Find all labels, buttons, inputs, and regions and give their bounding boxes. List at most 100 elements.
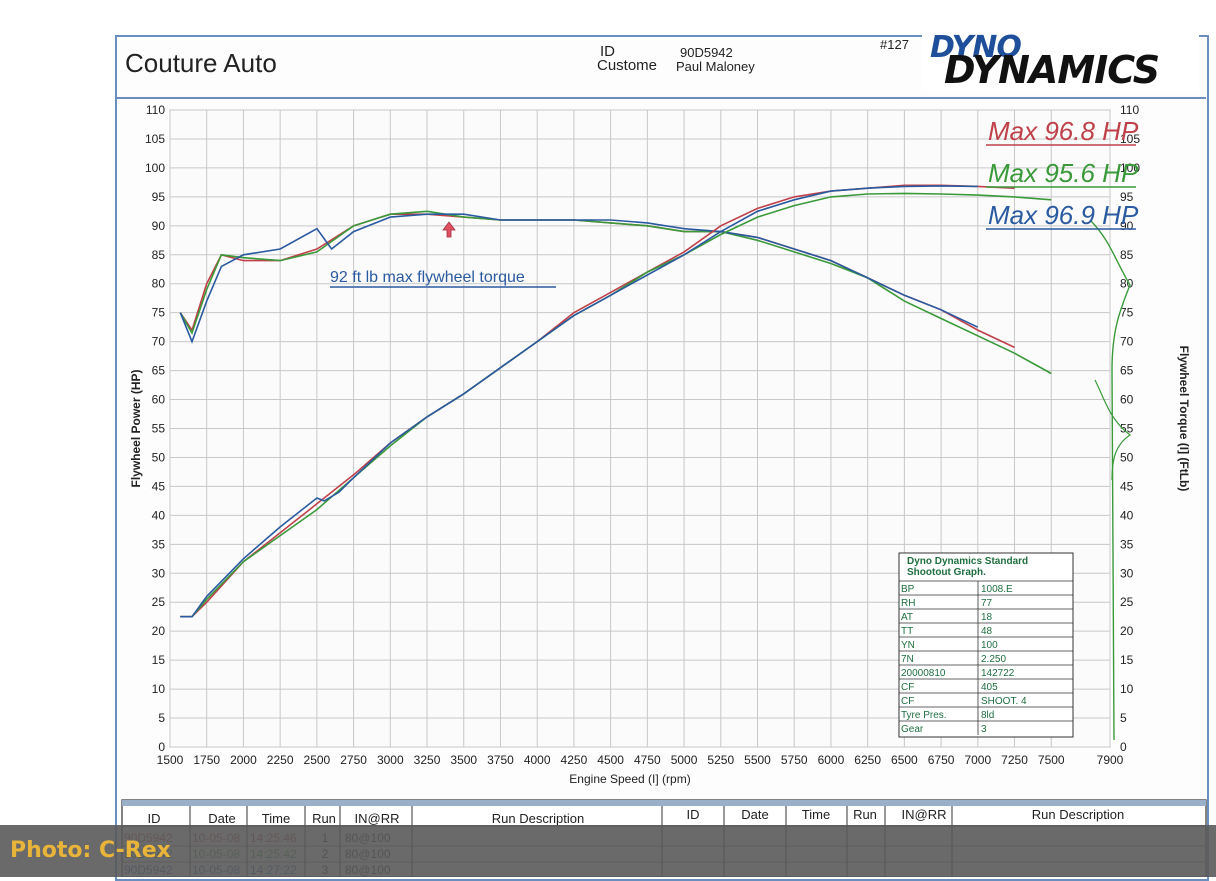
x-tick-label: 2000 [230,753,257,767]
y-tick-label-left: 5 [158,711,165,725]
run-table-header: Time [802,807,830,822]
y-tick-label-right: 20 [1120,624,1134,638]
info-row-key: CF [901,696,914,707]
info-table-subtitle: Shootout Graph. [907,567,986,578]
run-table-header: ID [687,807,700,822]
y-tick-label-left: 95 [152,190,166,204]
y-tick-label-right: 35 [1120,537,1134,551]
photo-credit: Photo: C-Rex [10,838,171,863]
y-tick-label-right: 65 [1120,364,1134,378]
y-axis-label-left: Flywheel Power (HP) [129,369,143,487]
y-tick-label-left: 35 [152,537,166,551]
y-tick-label-left: 0 [158,740,165,754]
y-tick-label-left: 20 [152,624,166,638]
run-table-header: Run Description [1032,807,1125,822]
x-tick-label: 2750 [340,753,367,767]
x-tick-label: 3750 [487,753,514,767]
x-tick-label: 6500 [891,753,918,767]
y-tick-label-left: 25 [152,595,166,609]
x-tick-label: 4250 [561,753,588,767]
x-tick-label: 3250 [414,753,441,767]
y-tick-label-right: 110 [1120,103,1139,117]
y-tick-label-right: 70 [1120,335,1134,349]
info-row-value: SHOOT. 4 [981,696,1027,707]
y-tick-label-left: 30 [152,566,166,580]
info-row-value: 100 [981,640,998,651]
x-tick-label: 1500 [157,753,184,767]
max-hp-label: Max 96.9 HP [988,200,1139,230]
run-table-header: Run [312,811,336,826]
y-tick-label-right: 25 [1120,595,1134,609]
y-tick-label-right: 5 [1120,711,1127,725]
info-row-key: 7N [901,654,914,665]
y-tick-label-right: 50 [1120,450,1134,464]
run-table-header: Date [208,811,235,826]
y-tick-label-left: 80 [152,277,166,291]
run-table-header: ID [148,811,161,826]
info-row-value: 405 [981,682,998,693]
info-row-value: 77 [981,598,993,609]
x-tick-label: 2500 [304,753,331,767]
x-tick-label: 5250 [707,753,734,767]
info-table-title: Dyno Dynamics Standard [907,556,1028,567]
dyno-chart: 1500 1750 2000 2250 2500 2750 3000 3250 35 0 0 3750… [121,103,1207,877]
info-row-value: 142722 [981,668,1015,679]
torque-note: 92 ft lb max flywheel torque [330,269,525,286]
run-table-header: Run [853,807,877,822]
y-tick-label-left: 105 [145,132,165,146]
x-tick-label: 2250 [267,753,294,767]
y-tick-label-left: 55 [152,422,166,436]
y-tick-label-left: 40 [152,508,166,522]
x-tick-label: 7250 [1001,753,1028,767]
x-tick-label: 4500 [597,753,624,767]
y-tick-label-left: 60 [152,393,166,407]
x-tick-label: 6000 [818,753,845,767]
y-tick-label-left: 85 [152,248,166,262]
info-row-key: AT [901,612,913,623]
run-table-header: IN@RR [902,807,947,822]
info-row-key: RH [901,598,915,609]
y-tick-label-right: 10 [1120,682,1134,696]
info-row-key: TT [901,626,913,637]
x-tick-label: 5500 [744,753,771,767]
x-tick-label: 5750 [781,753,808,767]
info-row-value: 18 [981,612,993,623]
y-tick-label-left: 70 [152,335,166,349]
info-row-key: Gear [901,724,924,735]
y-tick-label-left: 45 [152,479,166,493]
info-row-value: 1008.E [981,584,1013,595]
info-row-value: 2.250 [981,654,1006,665]
x-tick-label: 7900 [1097,753,1124,767]
max-hp-label: Max 96.8 HP [988,116,1139,146]
y-tick-label-right: 60 [1120,393,1134,407]
x-tick-label: 1750 [193,753,220,767]
y-tick-label-right: 85 [1120,248,1134,262]
y-tick-label-left: 75 [152,306,166,320]
y-tick-label-right: 0 [1120,740,1127,754]
x-tick-label: 6250 [854,753,881,767]
x-tick-label: 7500 [1038,753,1065,767]
run-table-header: IN@RR [355,811,400,826]
y-tick-label-left: 65 [152,364,166,378]
x-axis-label: Engine Speed (I] (rpm) [569,772,690,786]
y-tick-label-left: 50 [152,450,166,464]
x-tick-label: 6750 [928,753,955,767]
info-row-key: 20000810 [901,668,946,679]
info-row-key: BP [901,584,915,595]
y-tick-label-right: 45 [1120,479,1134,493]
y-tick-label-left: 10 [152,682,166,696]
x-tick-label: 5000 [671,753,698,767]
info-row-value: 8ld [981,710,994,721]
y-tick-label-left: 15 [152,653,166,667]
credit-strip [0,825,1216,877]
info-row-value: 48 [981,626,993,637]
x-tick-label: 7000 [964,753,991,767]
y-tick-label-left: 110 [146,103,165,117]
max-hp-label: Max 95.6 HP [988,158,1139,188]
y-axis-label-right: Flywheel Torque (I] (FtLb) [1177,346,1191,492]
y-tick-label-right: 30 [1120,566,1134,580]
x-tick-label: 3000 [377,753,404,767]
y-tick-label-right: 40 [1120,508,1134,522]
run-table-topbar [122,800,1206,806]
info-row-key: CF [901,682,914,693]
